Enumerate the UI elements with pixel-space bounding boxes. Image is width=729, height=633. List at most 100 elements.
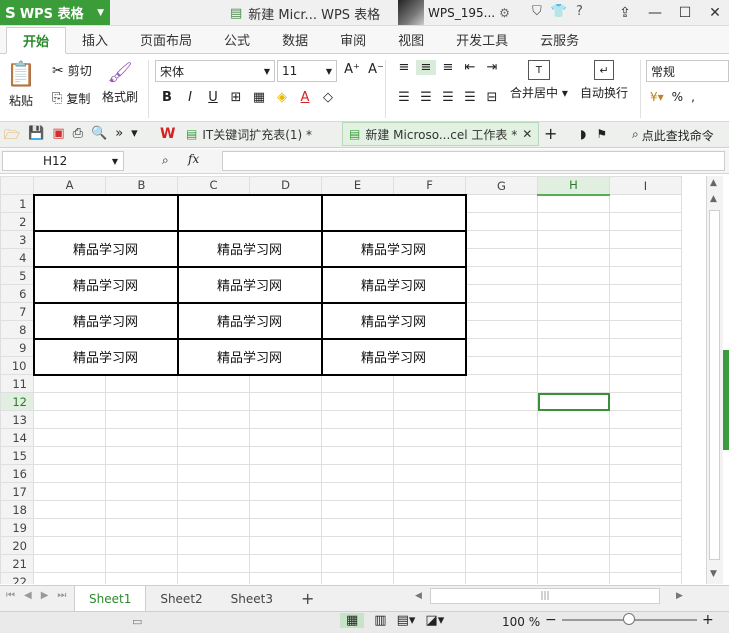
cell[interactable] (33, 374, 106, 393)
page-layout-view-icon[interactable]: ▤▾ (397, 613, 416, 628)
zoom-out-button[interactable]: − (545, 612, 557, 628)
row-header-18[interactable]: 18 (0, 500, 34, 519)
cell[interactable] (177, 482, 250, 501)
horizontal-scroll-thumb[interactable]: ||| (430, 588, 660, 604)
cell[interactable] (249, 464, 322, 483)
column-header-f[interactable]: F (393, 176, 466, 195)
cell[interactable] (609, 572, 682, 584)
font-name-select[interactable]: 宋体 ▼ (155, 60, 275, 82)
row-header-16[interactable]: 16 (0, 464, 34, 483)
comma-icon[interactable]: , (691, 90, 695, 104)
tab-list-icon[interactable]: ◗ (580, 127, 586, 141)
wrap-text-button[interactable]: ↵ 自动换行 (580, 60, 628, 101)
merged-cell[interactable]: 精品学习网 (176, 337, 323, 376)
cell[interactable] (465, 554, 538, 573)
zoom-search-icon[interactable]: ⌕ (162, 153, 169, 168)
paste-button[interactable]: 📋 粘贴 (6, 60, 36, 109)
increase-indent-icon[interactable]: ⇥ (482, 60, 502, 75)
cell[interactable] (537, 446, 610, 465)
chevron-down-icon[interactable]: ▾ (131, 126, 138, 148)
cell[interactable] (249, 446, 322, 465)
cell[interactable] (105, 572, 178, 584)
format-painter-button[interactable]: 🖌 格式刷 (102, 60, 138, 105)
cell[interactable] (249, 428, 322, 447)
merged-cell[interactable]: 精品学习网 (320, 337, 467, 376)
zoom-level[interactable]: 100 % (502, 615, 540, 629)
sheet-tab-1[interactable]: Sheet1 (74, 586, 147, 611)
sheet-tab-2[interactable]: Sheet2 (146, 586, 216, 611)
column-header-i[interactable]: I (609, 176, 682, 195)
cell[interactable] (465, 500, 538, 519)
tab-review[interactable]: 审阅 (324, 26, 382, 53)
merged-cell[interactable]: 精品学习网 (32, 301, 179, 340)
cell[interactable] (465, 212, 538, 231)
find-command[interactable]: ⌕ 点此查找命令 (632, 127, 714, 144)
row-header-19[interactable]: 19 (0, 518, 34, 537)
open-folder-icon[interactable]: 🗁 (4, 126, 20, 148)
flag-icon[interactable]: ⚑ (596, 127, 607, 141)
cell[interactable] (609, 248, 682, 267)
cell[interactable] (609, 518, 682, 537)
cell[interactable] (465, 284, 538, 303)
cell[interactable] (105, 500, 178, 519)
cell[interactable] (321, 410, 394, 429)
cell[interactable] (609, 464, 682, 483)
cell[interactable] (33, 392, 106, 411)
cell[interactable] (393, 446, 466, 465)
sheet-tab-3[interactable]: Sheet3 (217, 586, 287, 611)
cell[interactable] (537, 500, 610, 519)
cell[interactable] (321, 536, 394, 555)
merged-cell[interactable]: 精品学习网 (320, 229, 467, 268)
cell[interactable] (177, 572, 250, 584)
cell[interactable] (393, 392, 466, 411)
cell[interactable] (321, 554, 394, 573)
row-header-5[interactable]: 5 (0, 266, 34, 285)
cell[interactable] (537, 482, 610, 501)
cell[interactable] (609, 482, 682, 501)
formula-input[interactable] (222, 151, 725, 171)
minimize-button[interactable]: — (640, 0, 670, 25)
cell[interactable] (321, 428, 394, 447)
cell[interactable] (393, 374, 466, 393)
reading-mode-icon[interactable]: ◪▾ (425, 613, 444, 628)
scroll-right-icon[interactable]: ▶ (676, 591, 683, 601)
cell[interactable] (33, 482, 106, 501)
row-header-1[interactable]: 1 (0, 194, 34, 213)
column-header-g[interactable]: G (465, 176, 538, 195)
name-box[interactable]: H12 ▼ (2, 151, 124, 171)
merged-cell[interactable]: 精品学习网 (32, 229, 179, 268)
doc-tab-1[interactable]: ▤ IT关键词扩充表(1) * (180, 122, 318, 146)
cell[interactable] (609, 446, 682, 465)
cell[interactable] (33, 554, 106, 573)
cell[interactable] (537, 410, 610, 429)
cell[interactable] (465, 302, 538, 321)
prev-sheet-icon[interactable]: ◀ (24, 590, 32, 601)
cell[interactable] (105, 482, 178, 501)
scroll-top-icon[interactable]: ▲ (710, 178, 717, 188)
merged-cell[interactable]: 精品学习网 (32, 337, 179, 376)
cell[interactable] (465, 464, 538, 483)
cell[interactable] (609, 302, 682, 321)
merge-center-button[interactable]: T 合并居中 ▾ (510, 60, 568, 101)
merged-cell[interactable] (176, 193, 323, 232)
cell[interactable] (609, 374, 682, 393)
merged-cell[interactable]: 精品学习网 (320, 265, 467, 304)
scroll-left-icon[interactable]: ◀ (415, 591, 422, 601)
cell[interactable] (177, 464, 250, 483)
align-right-icon[interactable]: ☰ (438, 90, 458, 105)
close-icon[interactable]: ✕ (522, 127, 532, 141)
cell[interactable] (177, 500, 250, 519)
cell[interactable] (321, 572, 394, 584)
tab-insert[interactable]: 插入 (66, 26, 124, 53)
row-header-3[interactable]: 3 (0, 230, 34, 249)
side-panel-handle[interactable] (723, 350, 729, 450)
underline-button[interactable]: U (203, 90, 223, 105)
row-header-22[interactable]: 22 (0, 572, 34, 584)
align-middle-icon[interactable]: ≡ (416, 60, 436, 75)
cell[interactable] (609, 338, 682, 357)
row-header-17[interactable]: 17 (0, 482, 34, 501)
font-color-icon[interactable]: A (295, 90, 315, 105)
increase-font-icon[interactable]: A⁺ (342, 62, 362, 77)
cell[interactable] (465, 266, 538, 285)
bold-button[interactable]: B (157, 90, 177, 105)
